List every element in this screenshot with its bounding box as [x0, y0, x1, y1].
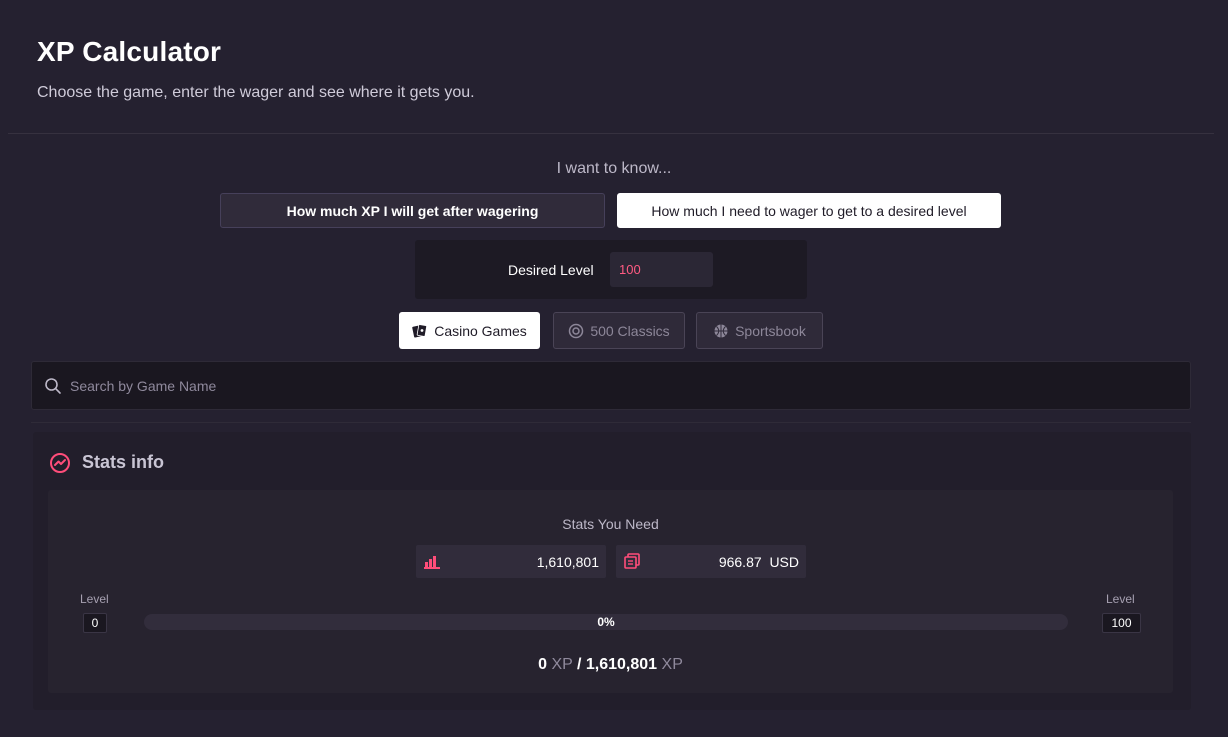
tab-sportsbook-label: Sportsbook — [735, 322, 806, 339]
desired-level-box: Desired Level — [415, 240, 807, 299]
stats-need-label: Stats You Need — [562, 516, 659, 532]
search-input[interactable] — [70, 362, 1170, 409]
xp-needed-box: 1,610,801 — [416, 545, 606, 578]
trend-icon — [49, 452, 71, 474]
stats-panel: Stats info Stats You Need 1,610,801 966.… — [33, 432, 1191, 710]
xp-separator: / — [576, 656, 582, 673]
xp-needed-value: 1,610,801 — [536, 554, 599, 570]
search-bar — [31, 361, 1191, 410]
tab-500-classics[interactable]: 500 Classics — [553, 312, 685, 349]
tab-sportsbook[interactable]: Sportsbook — [696, 312, 823, 349]
xp-progress-text: 0% — [597, 615, 615, 629]
level-start-caption: Level — [80, 592, 109, 606]
cash-icon — [624, 553, 640, 569]
mode-xp-button[interactable]: How much XP I will get after wagering — [220, 193, 605, 228]
tab-casino-games[interactable]: Casino Games — [399, 312, 540, 349]
usd-needed-value: 966.87 USD — [719, 554, 799, 570]
tab-casino-games-label: Casino Games — [434, 322, 527, 339]
page-title: XP Calculator — [37, 36, 222, 67]
header-divider — [8, 133, 1214, 134]
stats-title: Stats info — [82, 452, 165, 472]
search-divider — [31, 422, 1191, 423]
stats-summary: Stats You Need 1,610,801 966.87 USD Leve… — [48, 490, 1173, 693]
cards-icon — [412, 323, 428, 339]
mode-wager-button[interactable]: How much I need to wager to get to a des… — [617, 193, 1001, 228]
classics-icon — [568, 323, 584, 339]
current-xp-unit: XP — [551, 656, 573, 673]
desired-level-label: Desired Level — [508, 262, 594, 278]
page-header: XP Calculator Choose the game, enter the… — [37, 36, 475, 102]
tab-500-classics-label: 500 Classics — [590, 322, 670, 339]
xp-progress-bar: 0% — [144, 614, 1068, 630]
level-end-badge: 100 — [1102, 613, 1141, 633]
level-end-caption: Level — [1106, 592, 1135, 606]
usd-unit: USD — [769, 554, 799, 570]
basketball-icon — [713, 323, 729, 339]
total-xp-unit: XP — [661, 656, 683, 673]
page-subtitle: Choose the game, enter the wager and see… — [37, 84, 475, 101]
usd-needed-amount: 966.87 — [718, 554, 762, 570]
search-icon — [44, 377, 62, 395]
current-xp: 0 — [538, 656, 548, 673]
usd-needed-box: 966.87 USD — [616, 545, 806, 578]
xp-total: 0 XP / 1,610,801 XP — [48, 656, 1173, 674]
level-start-badge: 0 — [83, 613, 107, 633]
desired-level-input[interactable] — [610, 252, 713, 287]
bar-chart-icon — [424, 553, 440, 569]
mode-prompt: I want to know... — [556, 160, 672, 177]
total-xp: 1,610,801 — [585, 656, 658, 673]
